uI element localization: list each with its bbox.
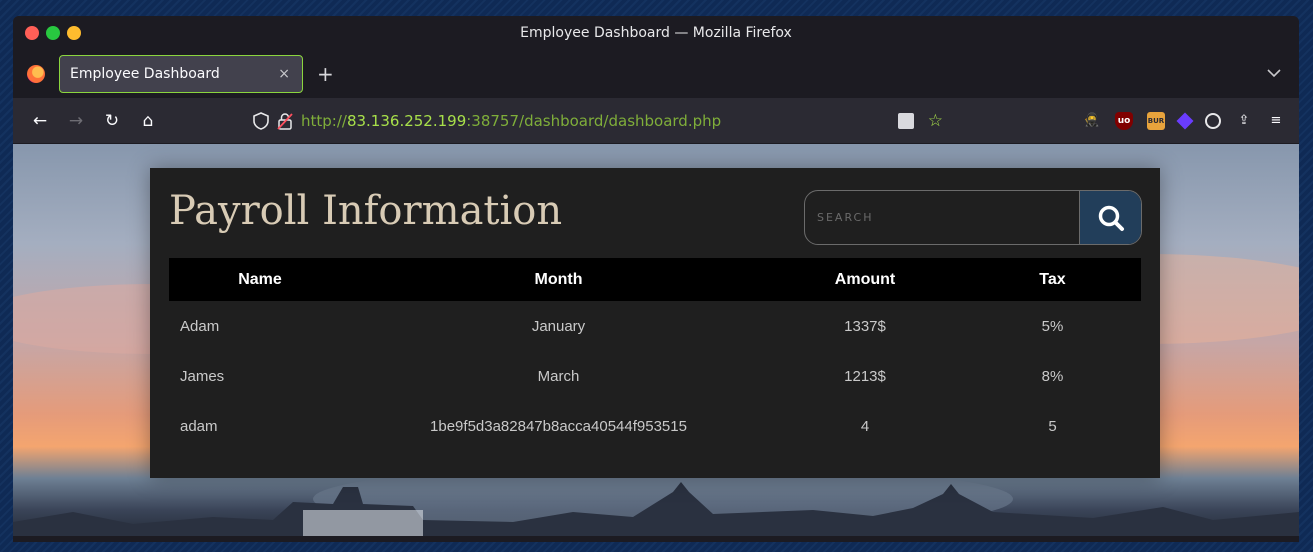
new-tab-button[interactable]: + <box>317 62 334 86</box>
table-row: James March 1213$ 8% <box>169 351 1141 401</box>
cell-month: 1be9f5d3a82847b8acca40544f953515 <box>430 417 687 435</box>
tab-label: Employee Dashboard <box>70 66 220 82</box>
maximize-window-button[interactable] <box>67 26 81 40</box>
burp-proxy-icon[interactable]: BUR <box>1147 111 1165 130</box>
cell-tax: 8% <box>1041 367 1064 385</box>
home-button[interactable]: ⌂ <box>133 111 163 131</box>
cell-name: Adam <box>180 317 220 335</box>
bookmark-star-icon[interactable]: ☆ <box>928 111 943 131</box>
tab-close-icon[interactable]: × <box>278 66 290 82</box>
table-header: Name Month Amount Tax <box>169 258 1141 301</box>
page-content: Payroll Information Name Month Amount Ta… <box>13 144 1299 542</box>
cell-tax: 5% <box>1041 317 1064 335</box>
wappalyzer-icon[interactable] <box>1176 112 1194 129</box>
list-all-tabs-button[interactable] <box>1267 66 1281 82</box>
cell-tax: 5 <box>1048 417 1057 435</box>
table-row: Adam January 1337$ 5% <box>169 301 1141 351</box>
column-header-month[interactable]: Month <box>351 271 766 289</box>
minimize-window-button[interactable] <box>46 26 60 40</box>
title-bar: Employee Dashboard — Mozilla Firefox <box>13 16 1299 50</box>
search-input[interactable] <box>805 191 1079 244</box>
url-scheme: http:// <box>301 112 347 130</box>
search-button[interactable] <box>1079 191 1141 244</box>
cell-name: James <box>180 367 225 385</box>
column-header-name[interactable]: Name <box>169 271 351 289</box>
back-button[interactable]: ← <box>25 111 55 131</box>
firefox-icon[interactable] <box>27 65 45 83</box>
hackbar-icon[interactable]: 🥷 <box>1083 112 1101 130</box>
reload-button[interactable]: ↻ <box>97 111 127 131</box>
url-path: :38757/dashboard/dashboard.php <box>466 112 722 130</box>
tab-employee-dashboard[interactable]: Employee Dashboard × <box>59 55 303 93</box>
cell-name: adam <box>180 417 218 435</box>
tracking-protection-shield-icon[interactable] <box>253 112 269 130</box>
tab-bar: Employee Dashboard × + <box>13 50 1299 98</box>
column-header-tax[interactable]: Tax <box>964 271 1141 289</box>
app-menu-icon[interactable]: ≡ <box>1267 112 1285 130</box>
cookie-editor-icon[interactable] <box>1205 112 1221 129</box>
cell-amount: 1213$ <box>844 367 886 385</box>
navigation-toolbar: ← → ↻ ⌂ http://83.136.252.199:38757/dash… <box>13 98 1299 144</box>
column-header-amount[interactable]: Amount <box>766 271 964 289</box>
url-text[interactable]: http://83.136.252.199:38757/dashboard/da… <box>301 112 721 130</box>
cell-month: January <box>531 317 586 335</box>
chevron-down-icon <box>1267 69 1281 78</box>
forward-button[interactable]: → <box>61 111 91 131</box>
cell-month: March <box>537 367 580 385</box>
harbor-silhouette-image <box>13 482 1299 542</box>
search-icon <box>1098 205 1124 231</box>
browser-window: Employee Dashboard — Mozilla Firefox Emp… <box>13 16 1299 542</box>
cell-amount: 4 <box>860 417 870 435</box>
url-actions: ☆ <box>897 111 943 131</box>
extensions-toolbar: 🥷 uo BUR ⇪ ≡ <box>1083 111 1285 130</box>
search-box <box>804 190 1142 245</box>
insecure-lock-icon[interactable] <box>277 112 293 130</box>
cell-amount: 1337$ <box>844 317 886 335</box>
nav-buttons: ← → ↻ ⌂ <box>25 111 163 131</box>
close-window-button[interactable] <box>25 26 39 40</box>
bottom-strip <box>13 536 1299 542</box>
page-title: Payroll Information <box>169 188 563 234</box>
reader-view-icon[interactable] <box>897 113 914 129</box>
table-row: adam 1be9f5d3a82847b8acca40544f953515 4 … <box>169 401 1141 451</box>
payroll-panel: Payroll Information Name Month Amount Ta… <box>150 168 1160 478</box>
extensions-menu-icon[interactable]: ⇪ <box>1235 112 1253 130</box>
window-title: Employee Dashboard — Mozilla Firefox <box>520 25 792 41</box>
ublock-origin-icon[interactable]: uo <box>1115 111 1133 130</box>
payroll-table: Name Month Amount Tax Adam January 1337$… <box>169 258 1141 451</box>
url-bar[interactable]: http://83.136.252.199:38757/dashboard/da… <box>253 106 943 136</box>
window-controls <box>25 26 81 40</box>
url-host: 83.136.252.199 <box>346 112 467 130</box>
